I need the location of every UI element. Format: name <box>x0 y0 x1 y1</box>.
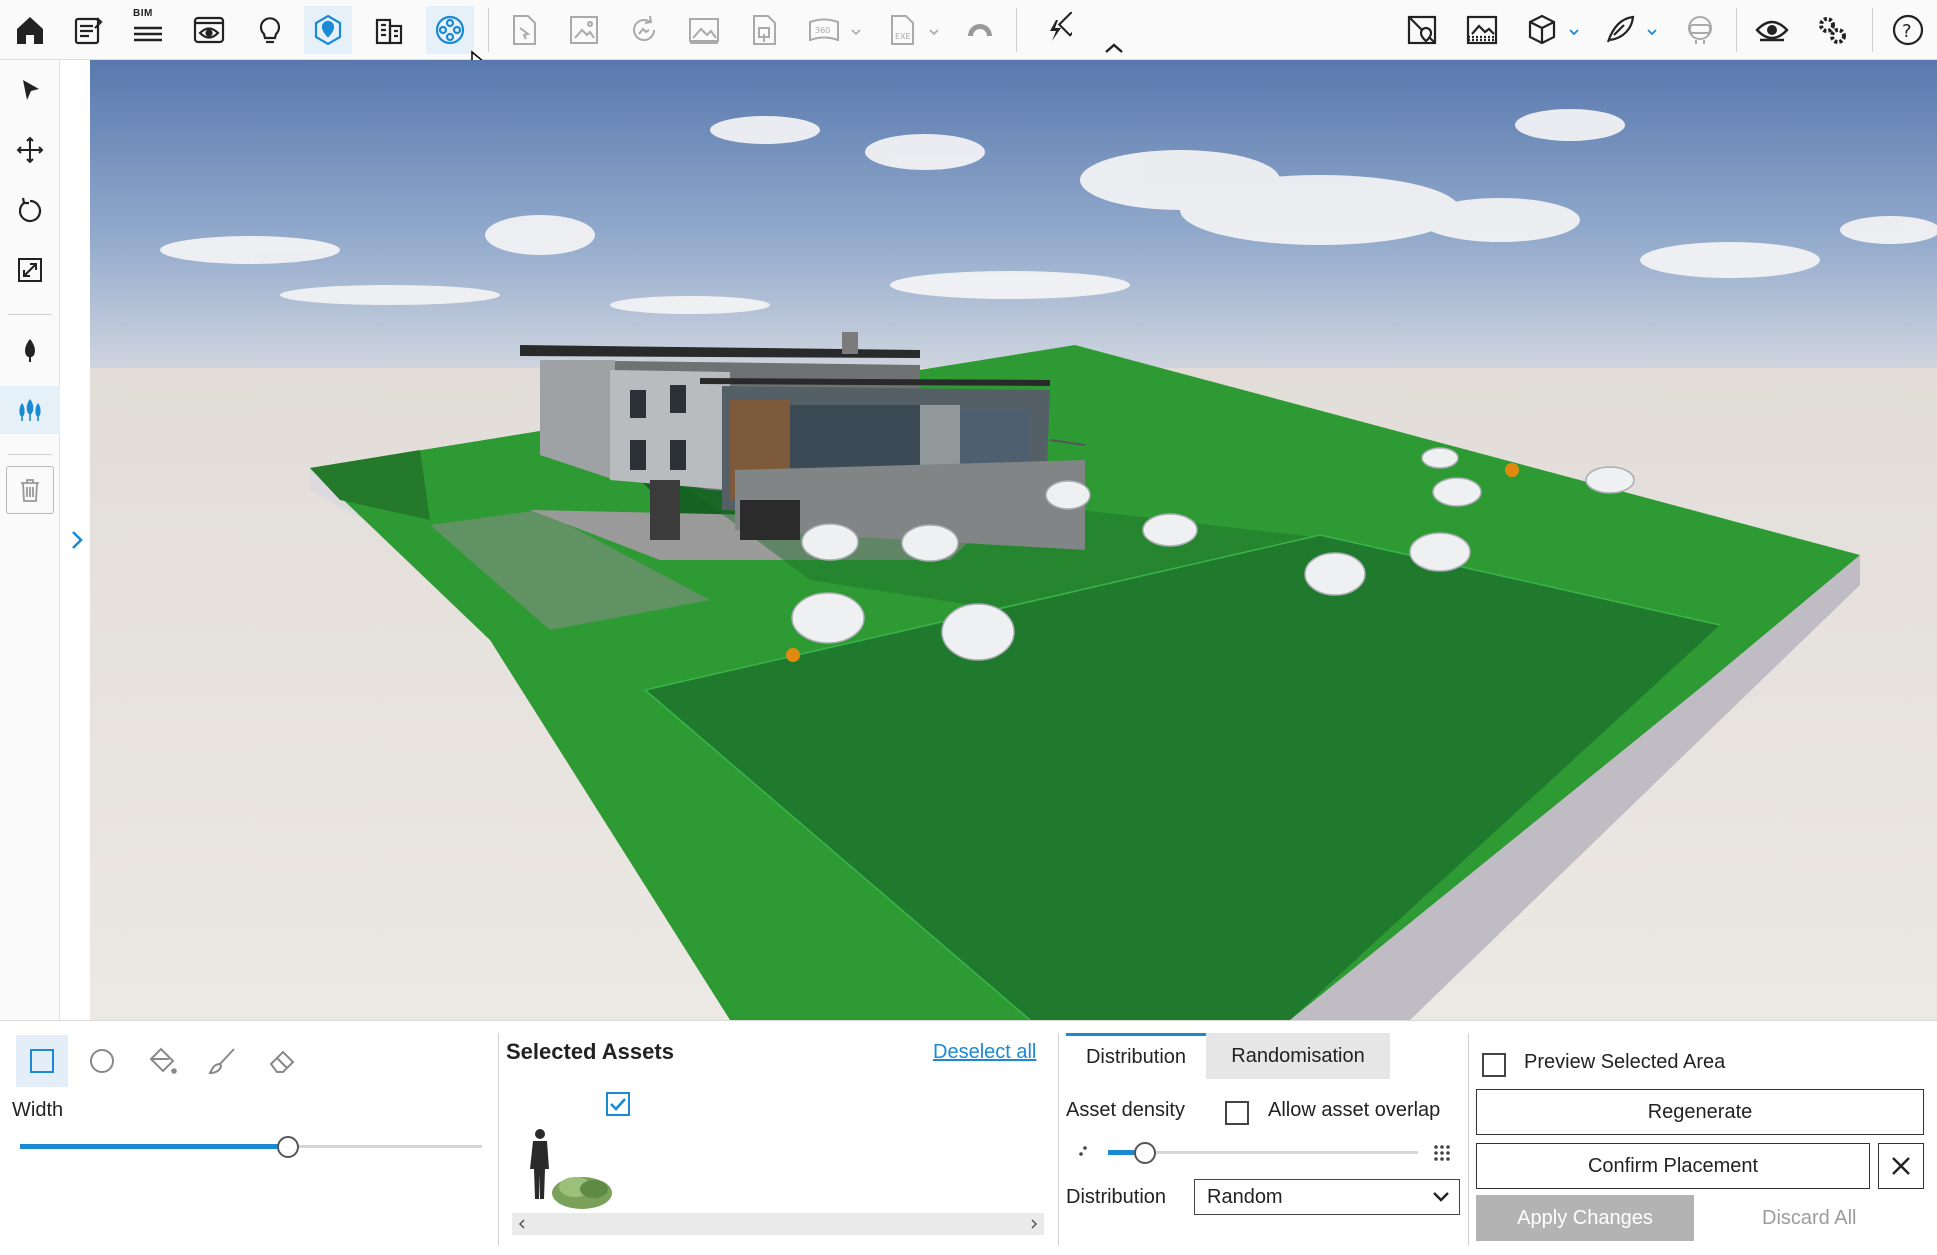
width-slider[interactable] <box>20 1135 482 1159</box>
settings-icon[interactable] <box>1808 6 1856 54</box>
help-icon[interactable]: ? <box>1884 6 1932 54</box>
preview-selected-area-checkbox[interactable] <box>1482 1053 1506 1077</box>
home-icon[interactable] <box>6 6 54 54</box>
collapse-toolbar-icon[interactable] <box>1100 40 1128 56</box>
svg-text:?: ? <box>1902 21 1912 42</box>
expand-panel-icon[interactable] <box>66 526 88 554</box>
bottom-panel: Width Selected Assets Deselect all Distr… <box>0 1020 1937 1255</box>
left-toolbar <box>0 60 60 1020</box>
trash-icon[interactable] <box>6 466 54 514</box>
feather-icon[interactable] <box>1596 6 1657 54</box>
document-export-icon[interactable] <box>740 6 788 54</box>
asset-thumbnail[interactable] <box>520 1101 620 1211</box>
lightbulb-icon[interactable] <box>246 6 294 54</box>
low-density-icon <box>1079 1146 1087 1156</box>
cube-icon[interactable] <box>1518 6 1579 54</box>
allow-overlap-checkbox[interactable] <box>1225 1101 1249 1125</box>
distribution-label: Distribution <box>1066 1186 1167 1208</box>
preview-selected-area-label: Preview Selected Area <box>1524 1051 1726 1073</box>
map-pin-icon[interactable] <box>304 6 352 54</box>
assets-scrollbar[interactable] <box>512 1213 1044 1235</box>
tab-distribution-label: Distribution <box>1085 1046 1187 1068</box>
distribution-select[interactable]: Random <box>1194 1179 1460 1215</box>
select-arrow-icon[interactable] <box>6 66 54 114</box>
svg-text:EXE: EXE <box>895 32 911 41</box>
vr-headset-icon[interactable] <box>1676 6 1724 54</box>
asset-density-label: Asset density <box>1066 1099 1185 1121</box>
apply-changes-button[interactable]: Apply Changes <box>1476 1195 1694 1241</box>
tree-single-icon[interactable] <box>6 326 54 374</box>
rectangle-select-icon[interactable] <box>16 1035 68 1087</box>
deselect-all-link[interactable]: Deselect all <box>933 1041 1036 1064</box>
area-handle-marker[interactable] <box>1505 463 1519 477</box>
cloud-icon[interactable] <box>956 6 1004 54</box>
building-icon[interactable] <box>365 6 413 54</box>
scroll-right-icon[interactable] <box>1028 1218 1040 1230</box>
shrub-thumbnail <box>552 1177 612 1209</box>
scale-icon[interactable] <box>6 246 54 294</box>
3d-viewport[interactable] <box>90 60 1937 1020</box>
svg-text:360: 360 <box>815 26 830 35</box>
notes-icon[interactable] <box>64 6 112 54</box>
top-toolbar: BIM 360 EXE ? <box>0 0 1937 80</box>
move-icon[interactable] <box>6 126 54 174</box>
export-file-icon[interactable] <box>500 6 548 54</box>
bim-icon[interactable]: BIM <box>124 6 172 54</box>
tab-randomisation-label: Randomisation <box>1231 1044 1365 1067</box>
width-label: Width <box>12 1099 64 1121</box>
person-silhouette-icon <box>530 1129 549 1199</box>
image-refresh-icon[interactable] <box>620 6 668 54</box>
selected-assets-title: Selected Assets <box>506 1039 674 1064</box>
panorama-360-icon[interactable]: 360 <box>800 6 861 54</box>
circle-select-icon[interactable] <box>76 1035 128 1087</box>
discard-all-button[interactable]: Discard All <box>1762 1207 1856 1230</box>
distribution-select-value: Random <box>1207 1186 1283 1208</box>
sky <box>90 60 1937 370</box>
scroll-left-icon[interactable] <box>516 1218 528 1230</box>
checkmark-icon <box>610 1098 626 1111</box>
regenerate-button[interactable]: Regenerate <box>1476 1089 1924 1135</box>
tab-randomisation[interactable]: Randomisation <box>1206 1033 1390 1079</box>
film-reel-icon[interactable] <box>426 6 474 54</box>
eraser-icon[interactable] <box>256 1035 308 1087</box>
map-pin-x-icon[interactable] <box>1398 6 1446 54</box>
close-icon <box>1892 1157 1910 1175</box>
image-grid-icon[interactable] <box>1458 6 1506 54</box>
allow-overlap-label: Allow asset overlap <box>1268 1099 1441 1121</box>
rotate-icon[interactable] <box>6 186 54 234</box>
high-density-icon <box>1434 1145 1450 1161</box>
paint-bucket-icon[interactable] <box>136 1035 188 1087</box>
confirm-placement-button[interactable]: Confirm Placement <box>1476 1143 1870 1189</box>
tab-distribution[interactable]: Distribution <box>1066 1033 1206 1079</box>
density-slider[interactable] <box>1108 1141 1418 1165</box>
area-handle-marker[interactable] <box>786 648 800 662</box>
density-slider-thumb[interactable] <box>1134 1142 1157 1164</box>
image-export-icon[interactable] <box>560 6 608 54</box>
exe-export-icon[interactable]: EXE <box>878 6 939 54</box>
brush-icon[interactable] <box>196 1035 248 1087</box>
bim-label: BIM <box>133 8 153 19</box>
cancel-placement-button[interactable] <box>1878 1143 1924 1189</box>
picture-icon[interactable] <box>680 6 728 54</box>
asset-select-checkbox[interactable] <box>606 1092 630 1116</box>
eye-icon[interactable] <box>1748 6 1796 54</box>
eye-frame-icon[interactable] <box>185 6 233 54</box>
trees-scatter-icon[interactable] <box>0 386 60 434</box>
chevron-down-icon <box>1433 1192 1449 1202</box>
width-slider-thumb[interactable] <box>276 1136 299 1158</box>
lightning-icon[interactable] <box>1030 6 1078 54</box>
